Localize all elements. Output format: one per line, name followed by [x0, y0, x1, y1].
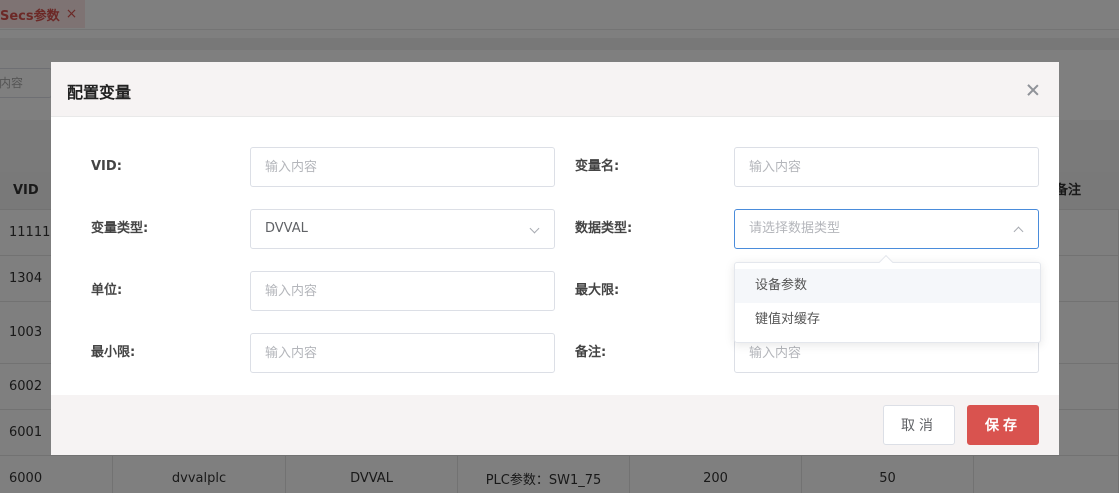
var-type-value: DVVAL — [265, 221, 308, 236]
cancel-button[interactable]: 取消 — [883, 405, 955, 445]
dialog-title: 配置变量 — [67, 83, 132, 102]
vid-label: VID: — [91, 159, 122, 174]
var-name-label: 变量名: — [575, 159, 620, 174]
save-button[interactable]: 保存 — [967, 405, 1039, 445]
data-type-dropdown: 设备参数 键值对缓存 — [734, 254, 1041, 343]
unit-label: 单位: — [91, 283, 123, 298]
dialog-header: 配置变量 — [51, 62, 1059, 117]
var-type-select[interactable]: DVVAL — [250, 209, 555, 249]
dropdown-option-kv-cache[interactable]: 键值对缓存 — [735, 303, 1040, 337]
min-label: 最小限: — [91, 345, 136, 360]
data-type-label: 数据类型: — [575, 221, 633, 236]
remark-label: 备注: — [575, 345, 607, 360]
data-type-placeholder: 请选择数据类型 — [749, 221, 841, 236]
var-type-label: 变量类型: — [91, 221, 149, 236]
chevron-up-icon — [1013, 226, 1024, 237]
dropdown-option-device-params[interactable]: 设备参数 — [735, 269, 1040, 303]
min-input[interactable] — [250, 333, 555, 373]
max-label: 最大限: — [575, 283, 620, 298]
chevron-down-icon — [529, 223, 540, 234]
unit-input[interactable] — [250, 271, 555, 311]
vid-input[interactable] — [250, 147, 555, 187]
close-icon[interactable] — [1025, 82, 1041, 98]
data-type-select[interactable]: 请选择数据类型 — [734, 209, 1039, 249]
var-name-input[interactable] — [734, 147, 1039, 187]
config-variable-dialog: 配置变量 VID: 变量名: 变量类型: DVVAL 数据类型: 请选择数据类型… — [51, 62, 1059, 455]
